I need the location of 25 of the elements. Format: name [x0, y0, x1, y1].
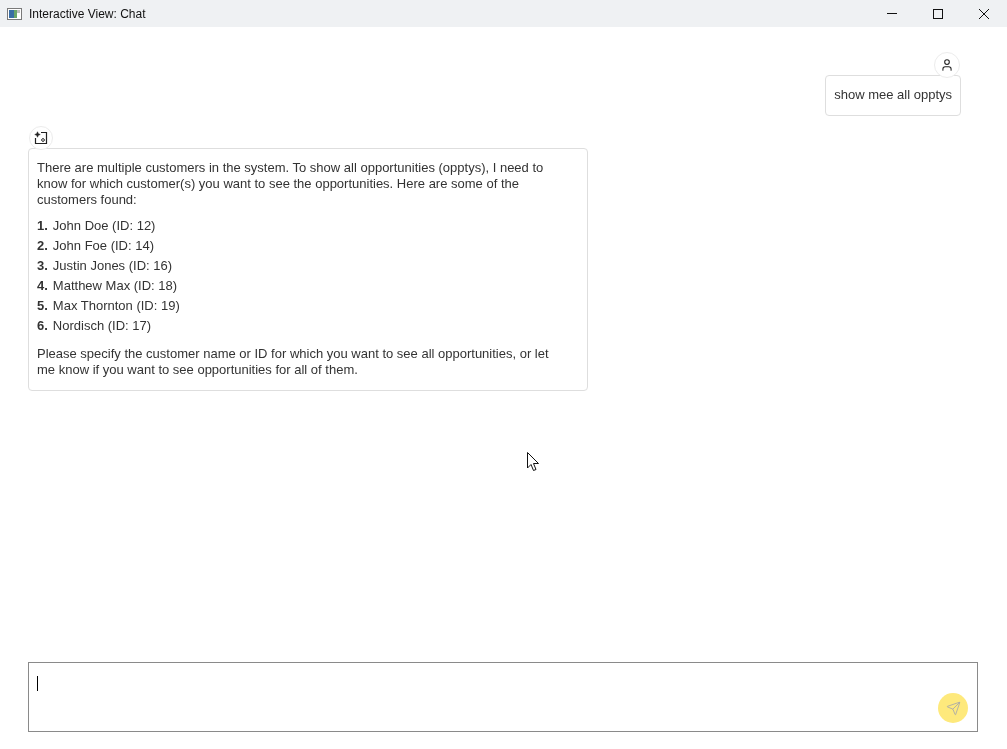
list-number: 4. [37, 277, 48, 295]
minimize-icon [887, 13, 897, 14]
list-number: 5. [37, 297, 48, 315]
customer-list-item: John Foe (ID: 14) [52, 237, 154, 255]
customer-list-item: Matthew Max (ID: 18) [52, 277, 178, 295]
list-number: 2. [37, 237, 48, 255]
window-title: Interactive View: Chat [29, 6, 146, 21]
app-icon [7, 7, 22, 20]
maximize-icon [933, 8, 943, 19]
user-message: show mee all opptys [825, 75, 961, 116]
mouse-pointer-icon [527, 452, 540, 472]
customer-list-item: John Doe (ID: 12) [52, 217, 156, 235]
close-icon [979, 8, 989, 19]
message-input-field[interactable] [28, 662, 978, 732]
message-paragraph: There are multiple customers in the system. To show all opportunities (opptys), I need to know for which customer(s) you want to see the opportunities. Here are some of the customers found: [37, 160, 545, 208]
list-number: 6. [37, 317, 48, 335]
customer-list-item: Nordisch (ID: 17) [52, 317, 152, 335]
user-avatar-icon [934, 52, 960, 78]
list-number: 3. [37, 257, 48, 275]
customer-list-item: Justin Jones (ID: 16) [52, 257, 173, 275]
list-number: 1. [37, 217, 48, 235]
message-paragraph: Please specify the customer name or ID for which you want to see all opportunities, or let me know if you want to see opportunities for all of them. [37, 346, 550, 378]
send-icon [945, 700, 961, 716]
customer-list-item: Max Thornton (ID: 19) [52, 297, 180, 315]
text-cursor-icon [37, 676, 38, 691]
